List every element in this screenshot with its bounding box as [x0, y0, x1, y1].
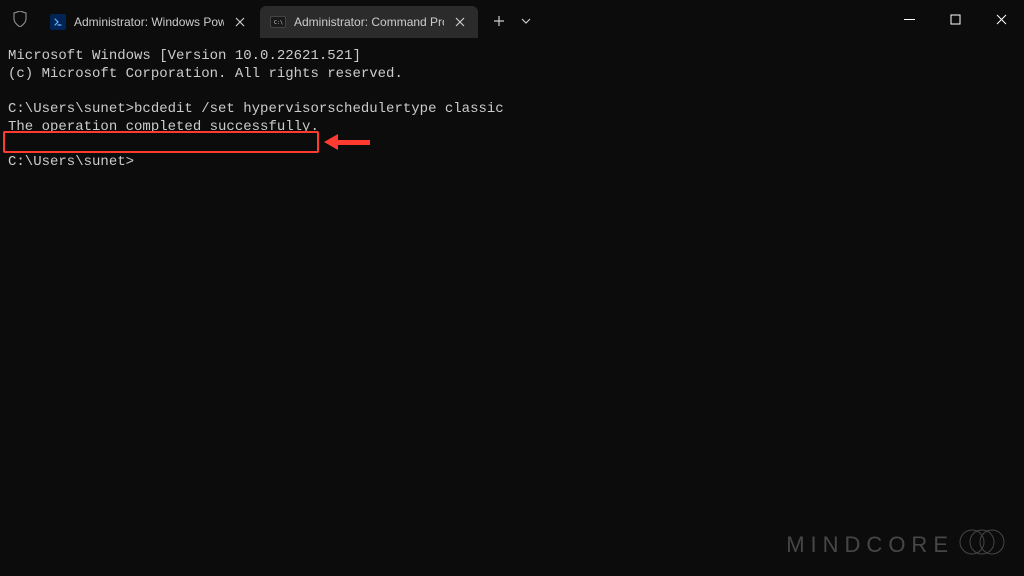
tab-command-prompt[interactable]: C:\ Administrator: Command Pro [260, 6, 478, 38]
command-line: C:\Users\sunet>bcdedit /set hypervisorsc… [8, 101, 1016, 119]
terminal-output[interactable]: Microsoft Windows [Version 10.0.22621.52… [0, 38, 1024, 182]
watermark-logo-icon [958, 528, 1006, 562]
tab-dropdown-button[interactable] [514, 6, 538, 36]
watermark: MINDCORE [786, 528, 1006, 562]
powershell-icon [50, 14, 66, 30]
tab-strip: Administrator: Windows Powe C:\ Administ… [40, 0, 538, 38]
tab-close-button[interactable] [232, 14, 248, 30]
close-button[interactable] [978, 0, 1024, 38]
tab-title: Administrator: Windows Powe [74, 15, 224, 29]
minimize-button[interactable] [886, 0, 932, 38]
annotation-highlight-box [3, 131, 319, 153]
svg-text:C:\: C:\ [274, 20, 283, 25]
copyright-line: (c) Microsoft Corporation. All rights re… [8, 66, 1016, 84]
titlebar: Administrator: Windows Powe C:\ Administ… [0, 0, 1024, 38]
tab-powershell[interactable]: Administrator: Windows Powe [40, 6, 258, 38]
window-controls [886, 0, 1024, 38]
maximize-button[interactable] [932, 0, 978, 38]
cmd-icon: C:\ [270, 14, 286, 30]
new-tab-button[interactable] [484, 6, 514, 36]
watermark-text: MINDCORE [786, 532, 954, 558]
admin-shield-icon [12, 11, 28, 27]
version-line: Microsoft Windows [Version 10.0.22621.52… [8, 48, 1016, 66]
tab-close-button[interactable] [452, 14, 468, 30]
tab-title: Administrator: Command Pro [294, 15, 444, 29]
prompt-line: C:\Users\sunet> [8, 154, 1016, 172]
annotation-arrow-icon [324, 134, 370, 150]
